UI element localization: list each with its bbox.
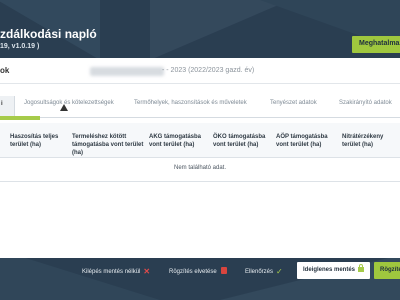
tab-general[interactable]: i <box>0 96 15 118</box>
redacted-field <box>90 67 164 76</box>
temporary-save-button[interactable]: Ideiglenes mentés <box>297 262 370 279</box>
year-label: ok <box>0 66 10 75</box>
temp-save-label: Ideiglenes mentés <box>303 267 356 273</box>
main-card: ok - - 2023 (2022/2023 gazd. év) i Jogos… <box>0 58 400 258</box>
active-tab-indicator <box>0 116 40 120</box>
app-title: zdálkodási napló <box>0 27 97 41</box>
check-label: Ellenőrzés <box>245 269 274 275</box>
discard-button[interactable]: Rögzítés elvetése <box>169 267 227 280</box>
discard-label: Rögzítés elvetése <box>169 269 217 275</box>
column-header[interactable]: Haszosítás teljes terület (ha) <box>10 133 66 149</box>
authorization-button[interactable]: Meghatalmazo <box>352 36 400 53</box>
column-header[interactable]: ÖKO támogatásba vont terület (ha) <box>213 133 267 149</box>
exit-label: Kilépés mentés nélkül <box>82 269 141 275</box>
app-version: 19, v1.0.19 ) <box>0 43 40 50</box>
cursor-icon <box>60 104 68 111</box>
save-button[interactable]: Rögzítés <box>374 262 400 279</box>
column-header[interactable]: AKG támogatásba vont terület (ha) <box>149 133 201 149</box>
empty-state-message: Nem található adat. <box>173 165 227 171</box>
lock-icon <box>358 264 365 272</box>
year-value: - - 2023 (2022/2023 gazd. év) <box>162 67 255 74</box>
column-header[interactable]: AÖP támogatásba vont terület (ha) <box>276 133 332 149</box>
tab-herd-data[interactable]: Tenyészet adatok <box>270 100 317 106</box>
check-button[interactable]: Ellenőrzés ✓ <box>245 267 283 280</box>
app-header: zdálkodási napló 19, v1.0.19 ) Meghatalm… <box>0 0 400 57</box>
close-icon: ✕ <box>143 267 151 276</box>
check-icon: ✓ <box>276 267 283 276</box>
tab-fields-uses[interactable]: Termőhelyek, haszonsítások és műveletek <box>134 100 247 106</box>
table-header: Haszosítás teljes terület (ha) Termelésh… <box>0 123 400 158</box>
column-header[interactable]: Termeléshez kötött támogatásba vont terü… <box>72 133 144 157</box>
year-row: ok - - 2023 (2022/2023 gazd. év) <box>0 58 400 84</box>
table-divider <box>0 181 400 182</box>
trash-icon <box>220 267 227 274</box>
exit-without-save-button[interactable]: Kilépés mentés nélkül ✕ <box>82 267 150 280</box>
tab-advisor-data[interactable]: Szakirányító adatok <box>339 100 392 106</box>
tab-rights-obligations[interactable]: Jogosultságok és kötelezettségek <box>24 100 114 106</box>
column-header[interactable]: Nitrátérzékeny terület (ha) <box>342 133 400 149</box>
